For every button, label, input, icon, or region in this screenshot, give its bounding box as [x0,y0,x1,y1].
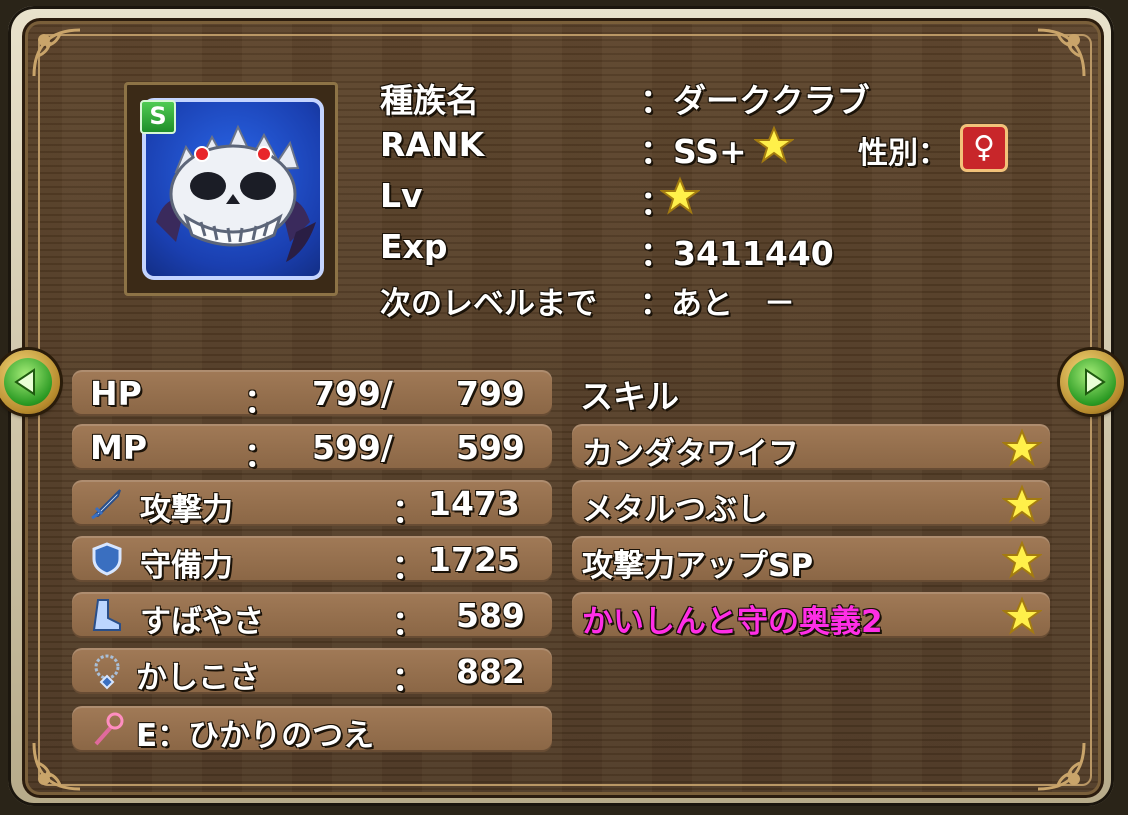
mp-label: MP [90,428,148,467]
skills-title: スキル [580,377,679,416]
skill-name: メタルつぶし [582,492,768,528]
star-icon [1002,484,1042,523]
species-value: ：ダーククラブ [640,81,870,120]
staff-icon [94,712,124,746]
rank-value: ：SS+ [640,132,747,171]
speed-value: 589 [456,596,525,635]
speed-colon: ： [392,603,425,642]
wisdom-value: 882 [456,652,525,691]
mp-current: 599/ [312,428,393,467]
corner-ornament-icon [1037,742,1086,791]
sword-icon [91,489,121,520]
gender-badge: ♀ [960,124,1008,172]
mp-colon: ： [244,435,277,474]
arrow-right-icon [1085,368,1106,396]
next-level-value: ：あと － [640,286,795,322]
female-icon: ♀ [973,130,995,165]
species-label: 種族名 [380,81,479,120]
arrow-left-icon [14,368,35,396]
attack-label: 攻撃力 [140,492,233,528]
attack-value: 1473 [428,484,520,523]
speed-label: すばやさ [140,604,264,640]
rank-badge: S [140,100,176,134]
attack-colon: ： [392,491,425,530]
skill-name: 攻撃力アップSP [582,548,814,584]
star-icon [1002,540,1042,579]
defense-colon: ： [392,547,425,586]
mp-max: 599 [456,428,525,467]
defense-value: 1725 [428,540,520,579]
corner-ornament-icon [32,28,81,77]
hp-max: 799 [456,374,525,413]
defense-label: 守備力 [140,548,233,584]
star-icon [1002,428,1042,467]
hp-label: HP [90,374,142,413]
boot-icon [92,599,121,631]
star-icon [1002,596,1042,635]
exp-value: ：3411440 [640,234,834,273]
lv-label: Lv [380,176,423,215]
lv-star-icon [660,176,700,215]
shield-icon [92,542,122,576]
wisdom-colon: ： [392,659,425,698]
skill-name: カンダタワイフ [582,436,799,472]
rank-star-icon [754,125,794,164]
necklace-icon [94,654,120,690]
gender-label: 性別： [858,136,948,171]
exp-label: Exp [380,227,448,266]
corner-ornament-icon [1037,28,1086,77]
next-level-label: 次のレベルまで [380,286,597,322]
equipment-label: E：ひかりのつえ [136,718,375,754]
rank-label: RANK [380,125,485,164]
skill-name-special: かいしんと守の奥義2 [582,604,883,640]
hp-current: 799/ [312,374,393,413]
hp-colon: ： [244,381,277,420]
next-button[interactable] [1060,350,1124,414]
wisdom-label: かしこさ [136,660,260,696]
